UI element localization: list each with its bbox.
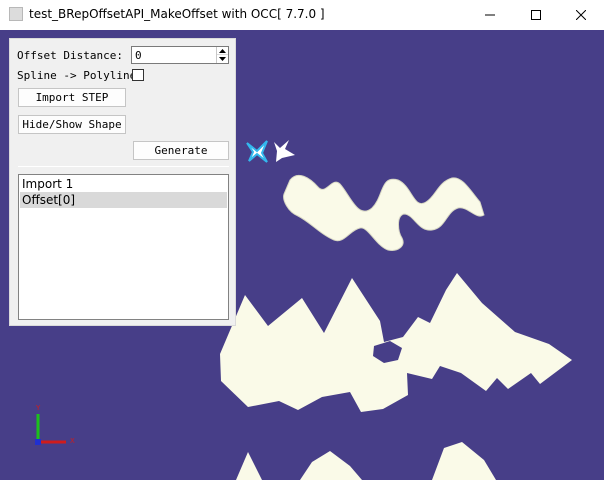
minimize-button[interactable] — [467, 0, 513, 30]
maximize-icon — [531, 10, 541, 20]
spin-up-button[interactable] — [217, 47, 228, 55]
offset-distance-value[interactable]: 0 — [135, 49, 142, 62]
window-title: test_BRepOffsetAPI_MakeOffset with OCC[ … — [29, 7, 325, 21]
axis-triad: X Y — [35, 404, 75, 445]
list-item-import[interactable]: Import 1 — [20, 176, 227, 192]
import-step-button[interactable]: Import STEP — [18, 88, 126, 107]
imported-shape[interactable] — [220, 273, 572, 412]
offset-shape[interactable] — [283, 174, 485, 251]
shape-list[interactable]: Import 1 Offset[0] — [18, 174, 229, 320]
spin-arrows — [216, 47, 228, 63]
maximize-button[interactable] — [513, 0, 559, 30]
spin-down-button[interactable] — [217, 55, 228, 63]
spline-polyline-label: Spline -> Polyline — [17, 69, 137, 82]
z-axis — [35, 439, 41, 445]
list-item-offset[interactable]: Offset[0] — [20, 192, 227, 208]
application-icon — [9, 7, 23, 21]
spline-polyline-checkbox[interactable] — [132, 69, 144, 81]
lower-shape-mid[interactable] — [300, 451, 362, 480]
arrow-down-icon — [219, 57, 226, 61]
offset-distance-label: Offset Distance: — [17, 49, 123, 62]
svg-text:Y: Y — [35, 404, 41, 412]
close-button[interactable] — [558, 0, 604, 30]
separator — [18, 166, 229, 167]
glyph-shape-1[interactable] — [246, 140, 268, 163]
lower-shape-left[interactable] — [236, 452, 262, 480]
glyph-shape-2[interactable] — [274, 140, 295, 162]
generate-button[interactable]: Generate — [133, 141, 229, 160]
svg-text:X: X — [70, 437, 75, 445]
offset-distance-spinbox[interactable]: 0 — [131, 46, 229, 64]
minimize-icon — [485, 14, 495, 16]
title-bar: test_BRepOffsetAPI_MakeOffset with OCC[ … — [0, 0, 604, 30]
lower-shape-right[interactable] — [432, 442, 496, 480]
hide-show-shape-button[interactable]: Hide/Show Shape — [18, 115, 126, 134]
close-icon — [576, 10, 586, 20]
arrow-up-icon — [219, 48, 226, 53]
control-panel: Offset Distance: 0 Spline -> Polyline Im… — [9, 38, 236, 326]
